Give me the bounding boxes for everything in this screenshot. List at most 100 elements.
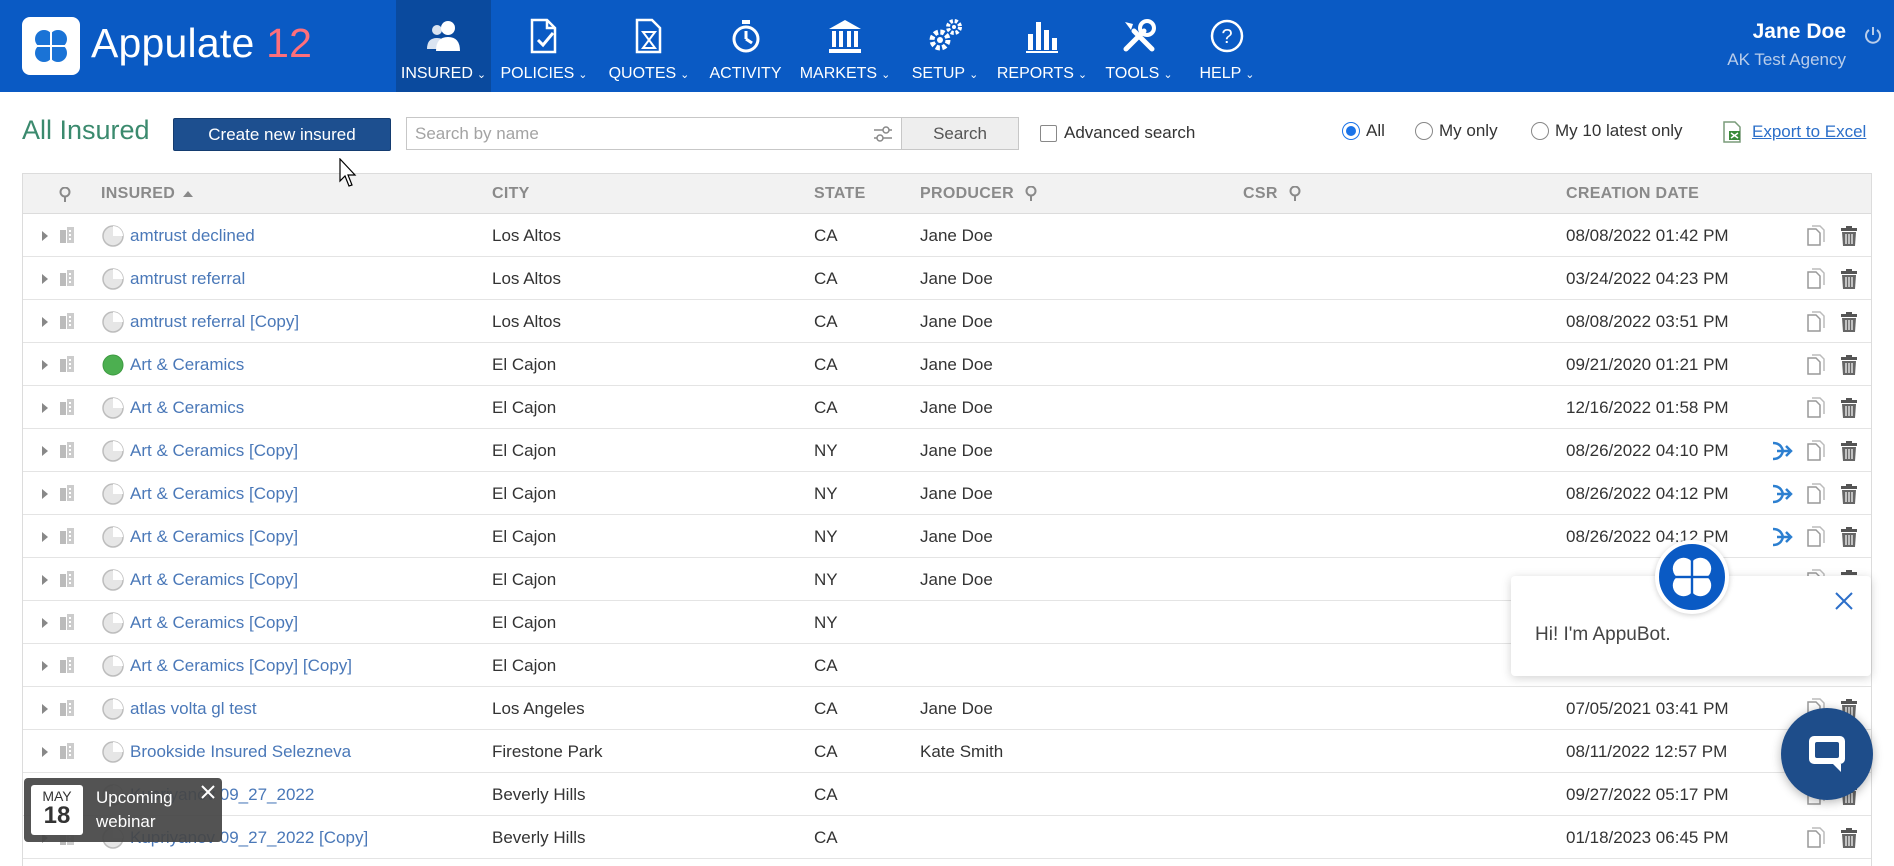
expand-row-icon[interactable] bbox=[42, 532, 48, 542]
copy-icon[interactable] bbox=[1804, 482, 1828, 506]
radio-my-10-latest[interactable] bbox=[1531, 122, 1549, 140]
insured-name-link[interactable]: Art & Ceramics [Copy] bbox=[130, 570, 298, 590]
nav-help[interactable]: ? HELP ⌄ bbox=[1184, 0, 1270, 92]
filter-my-10-latest[interactable]: My 10 latest only bbox=[1531, 121, 1683, 141]
search-input[interactable] bbox=[407, 118, 847, 149]
advanced-search-checkbox[interactable] bbox=[1040, 124, 1057, 142]
filter-sliders-icon[interactable] bbox=[873, 125, 893, 143]
expand-row-icon[interactable] bbox=[42, 618, 48, 628]
table-row[interactable]: Art & Ceramics [Copy] El Cajon NY Jane Doe 0… bbox=[23, 472, 1871, 515]
chat-launcher-button[interactable] bbox=[1781, 708, 1873, 800]
copy-icon[interactable] bbox=[1804, 826, 1828, 850]
copy-icon[interactable] bbox=[1804, 310, 1828, 334]
forward-arrow-icon[interactable] bbox=[1771, 482, 1795, 506]
copy-icon[interactable] bbox=[1804, 224, 1828, 248]
trash-icon[interactable] bbox=[1837, 310, 1861, 334]
chevron-down-icon: ⌄ bbox=[881, 69, 891, 81]
forward-arrow-icon[interactable] bbox=[1771, 439, 1795, 463]
nav-activity[interactable]: ACTIVITY bbox=[701, 0, 790, 92]
col-state[interactable]: STATE bbox=[814, 185, 866, 203]
expand-row-icon[interactable] bbox=[42, 317, 48, 327]
trash-icon[interactable] bbox=[1837, 439, 1861, 463]
nav-markets[interactable]: MARKETS ⌄ bbox=[790, 0, 900, 92]
expand-row-icon[interactable] bbox=[42, 747, 48, 757]
expand-row-icon[interactable] bbox=[42, 661, 48, 671]
table-row[interactable]: atlas volta gl test Los Angeles CA Jane Doe… bbox=[23, 687, 1871, 730]
pin-icon[interactable] bbox=[58, 187, 72, 203]
trash-icon[interactable] bbox=[1837, 267, 1861, 291]
table-row[interactable]: Kupriyanov 09_27_2022 Beverly Hills CA 09/2… bbox=[23, 773, 1871, 816]
col-creation-date[interactable]: CREATION DATE bbox=[1566, 185, 1699, 203]
table-row[interactable]: amtrust referral Los Altos CA Jane Doe 03/24… bbox=[23, 257, 1871, 300]
expand-row-icon[interactable] bbox=[42, 274, 48, 284]
trash-icon[interactable] bbox=[1837, 826, 1861, 850]
trash-icon[interactable] bbox=[1837, 525, 1861, 549]
insured-name-link[interactable]: Art & Ceramics bbox=[130, 398, 244, 418]
copy-icon[interactable] bbox=[1804, 267, 1828, 291]
expand-row-icon[interactable] bbox=[42, 704, 48, 714]
col-city[interactable]: CITY bbox=[492, 185, 530, 203]
radio-my-only[interactable] bbox=[1415, 122, 1433, 140]
appulate-logo[interactable] bbox=[22, 17, 80, 75]
close-icon[interactable] bbox=[1833, 590, 1855, 612]
table-row[interactable]: Art & Ceramics El Cajon CA Jane Doe 09/21/20… bbox=[23, 343, 1871, 386]
insured-name-link[interactable]: Art & Ceramics [Copy] bbox=[130, 527, 298, 547]
table-row[interactable]: Kupriyanov 09_27_2022 [Copy] Beverly Hill… bbox=[23, 816, 1871, 859]
copy-icon[interactable] bbox=[1804, 396, 1828, 420]
svg-text:?: ? bbox=[1221, 26, 1232, 48]
copy-icon[interactable] bbox=[1804, 353, 1828, 377]
advanced-search-toggle[interactable]: Advanced search bbox=[1040, 123, 1195, 143]
table-row[interactable]: Brookside Insured Selezneva Firestone Par… bbox=[23, 730, 1871, 773]
insured-name-link[interactable]: Art & Ceramics [Copy] bbox=[130, 613, 298, 633]
filter-my-only[interactable]: My only bbox=[1415, 121, 1498, 141]
expand-row-icon[interactable] bbox=[42, 446, 48, 456]
forward-arrow-icon[interactable] bbox=[1771, 525, 1795, 549]
table-row[interactable]: Art & Ceramics [Copy] El Cajon NY Jane Doe 0… bbox=[23, 429, 1871, 472]
close-icon[interactable] bbox=[200, 784, 216, 800]
appubot-avatar[interactable] bbox=[1655, 540, 1729, 614]
search-button[interactable]: Search bbox=[901, 117, 1019, 150]
expand-row-icon[interactable] bbox=[42, 489, 48, 499]
nav-setup[interactable]: SETUP ⌄ bbox=[900, 0, 990, 92]
expand-row-icon[interactable] bbox=[42, 575, 48, 585]
insured-name-link[interactable]: amtrust declined bbox=[130, 226, 255, 246]
upcoming-webinar-toast[interactable]: MAY 18 Upcoming webinar bbox=[24, 778, 222, 842]
col-insured[interactable]: INSURED bbox=[101, 185, 194, 203]
filter-all[interactable]: All bbox=[1342, 121, 1385, 141]
export-to-excel-link[interactable]: Export to Excel bbox=[1720, 120, 1866, 144]
insured-name-link[interactable]: amtrust referral bbox=[130, 269, 245, 289]
pin-icon[interactable] bbox=[1288, 186, 1302, 202]
table-row[interactable]: amtrust declined Los Altos CA Jane Doe 08/08… bbox=[23, 214, 1871, 257]
insured-name-link[interactable]: amtrust referral [Copy] bbox=[130, 312, 299, 332]
insured-name-link[interactable]: Brookside Insured Selezneva bbox=[130, 742, 351, 762]
table-row[interactable]: amtrust referral [Copy] Los Altos CA Jane D… bbox=[23, 300, 1871, 343]
trash-icon[interactable] bbox=[1837, 353, 1861, 377]
insured-name-link[interactable]: Art & Ceramics [Copy] [Copy] bbox=[130, 656, 352, 676]
nav-quotes[interactable]: QUOTES ⌄ bbox=[597, 0, 701, 92]
nav-policies[interactable]: POLICIES ⌄ bbox=[491, 0, 597, 92]
copy-icon[interactable] bbox=[1804, 439, 1828, 463]
col-producer[interactable]: PRODUCER bbox=[920, 185, 1038, 203]
trash-icon[interactable] bbox=[1837, 224, 1861, 248]
insured-name-link[interactable]: Art & Ceramics [Copy] bbox=[130, 441, 298, 461]
trash-icon[interactable] bbox=[1837, 482, 1861, 506]
nav-reports[interactable]: REPORTS ⌄ bbox=[990, 0, 1094, 92]
pin-icon[interactable] bbox=[1024, 186, 1038, 202]
table-row[interactable]: Art & Ceramics El Cajon CA Jane Doe 12/16/20… bbox=[23, 386, 1871, 429]
nav-tools[interactable]: TOOLS ⌄ bbox=[1094, 0, 1184, 92]
expand-row-icon[interactable] bbox=[42, 403, 48, 413]
table-row[interactable]: Art & Ceramics [Copy] El Cajon NY Jane Doe 0… bbox=[23, 515, 1871, 558]
expand-row-icon[interactable] bbox=[42, 231, 48, 241]
insured-name-link[interactable]: Art & Ceramics [Copy] bbox=[130, 484, 298, 504]
expand-row-icon[interactable] bbox=[42, 360, 48, 370]
user-menu[interactable]: Jane Doe AK Test Agency bbox=[1727, 20, 1846, 70]
copy-icon[interactable] bbox=[1804, 525, 1828, 549]
radio-all[interactable] bbox=[1342, 122, 1360, 140]
col-csr[interactable]: CSR bbox=[1243, 185, 1302, 203]
insured-name-link[interactable]: Art & Ceramics bbox=[130, 355, 244, 375]
insured-name-link[interactable]: atlas volta gl test bbox=[130, 699, 257, 719]
power-icon[interactable] bbox=[1864, 26, 1882, 44]
trash-icon[interactable] bbox=[1837, 396, 1861, 420]
nav-insured[interactable]: INSURED ⌄ bbox=[396, 0, 491, 92]
create-new-insured-button[interactable]: Create new insured bbox=[173, 118, 391, 151]
